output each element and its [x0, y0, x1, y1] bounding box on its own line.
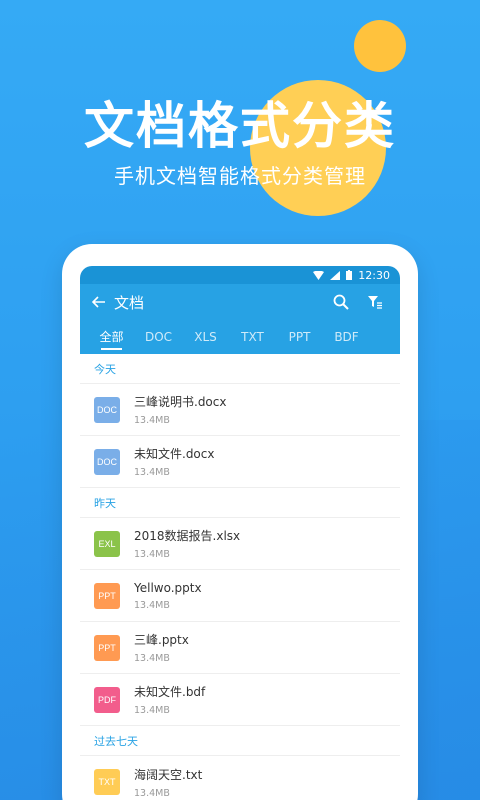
file-name: 三峰说明书.docx	[134, 395, 227, 409]
txt-file-icon: TXT	[94, 769, 120, 795]
file-name: 三峰.pptx	[134, 633, 189, 647]
file-size: 13.4MB	[134, 599, 170, 611]
signal-icon	[330, 270, 341, 280]
section-header-today: 今天	[80, 354, 400, 384]
file-name: Yellwo.pptx	[134, 580, 202, 595]
ppt-file-icon: PPT	[94, 634, 120, 661]
file-name: 海阔天空.txt	[134, 767, 203, 782]
tab-all[interactable]: 全部	[88, 320, 135, 354]
file-size: 13.4MB	[134, 705, 170, 716]
status-bar: 12:30	[80, 266, 400, 284]
doc-file-icon: DOC	[94, 396, 120, 423]
file-row[interactable]: DOC 三峰说明书.docx 13.4MB	[80, 384, 400, 436]
tab-xls[interactable]: XLS	[182, 320, 229, 354]
file-name: 2018数据报告.xlsx	[134, 529, 241, 543]
file-name: 未知文件.bdf	[134, 685, 206, 699]
tab-ppt[interactable]: PPT	[276, 320, 323, 354]
doc-file-icon: DOC	[94, 448, 120, 475]
file-row[interactable]: PPT Yellwo.pptx 13.4MB	[80, 570, 400, 622]
app-screen: 12:30 文档 全部 DOC XLS TXT PPT BDF 今天 DOC 三…	[80, 266, 400, 800]
file-name: 未知文件.docx	[134, 447, 215, 461]
section-header-past-seven-days: 过去七天	[80, 726, 400, 756]
tab-bdf[interactable]: BDF	[323, 320, 370, 354]
tab-doc[interactable]: DOC	[135, 320, 182, 354]
file-row[interactable]: EXL 2018数据报告.xlsx 13.4MB	[80, 518, 400, 570]
file-row[interactable]: PDF 未知文件.bdf 13.4MB	[80, 674, 400, 726]
file-row[interactable]: PPT 三峰.pptx 13.4MB	[80, 622, 400, 674]
file-size: 13.4MB	[134, 467, 170, 478]
file-size: 13.4MB	[134, 549, 170, 560]
file-size: 13.4MB	[134, 653, 170, 664]
ppt-file-icon: PPT	[94, 582, 120, 609]
wifi-icon	[313, 270, 325, 280]
tab-txt[interactable]: TXT	[229, 320, 276, 354]
arrow-left-icon[interactable]	[91, 293, 106, 312]
page-title: 文档	[114, 293, 145, 312]
app-bar: 文档	[80, 284, 400, 320]
section-header-yesterday: 昨天	[80, 488, 400, 518]
decor-small-circle	[354, 20, 406, 72]
file-size: 13.4MB	[134, 787, 170, 799]
excel-file-icon: EXL	[94, 530, 120, 557]
promo-headline: 文档格式分类	[84, 97, 396, 155]
search-icon[interactable]	[328, 289, 354, 315]
promo-subline: 手机文档智能格式分类管理	[114, 164, 366, 188]
pdf-file-icon: PDF	[94, 686, 120, 713]
file-row[interactable]: DOC 未知文件.docx 13.4MB	[80, 436, 400, 488]
file-list: 今天 DOC 三峰说明书.docx 13.4MB DOC 未知文件.docx 1…	[80, 354, 400, 800]
format-tabs: 全部 DOC XLS TXT PPT BDF	[80, 320, 400, 354]
status-time: 12:30	[358, 268, 390, 282]
file-size: 13.4MB	[134, 415, 170, 426]
battery-icon	[346, 270, 353, 280]
filter-icon[interactable]	[362, 289, 388, 315]
file-row[interactable]: TXT 海阔天空.txt 13.4MB	[80, 756, 400, 800]
